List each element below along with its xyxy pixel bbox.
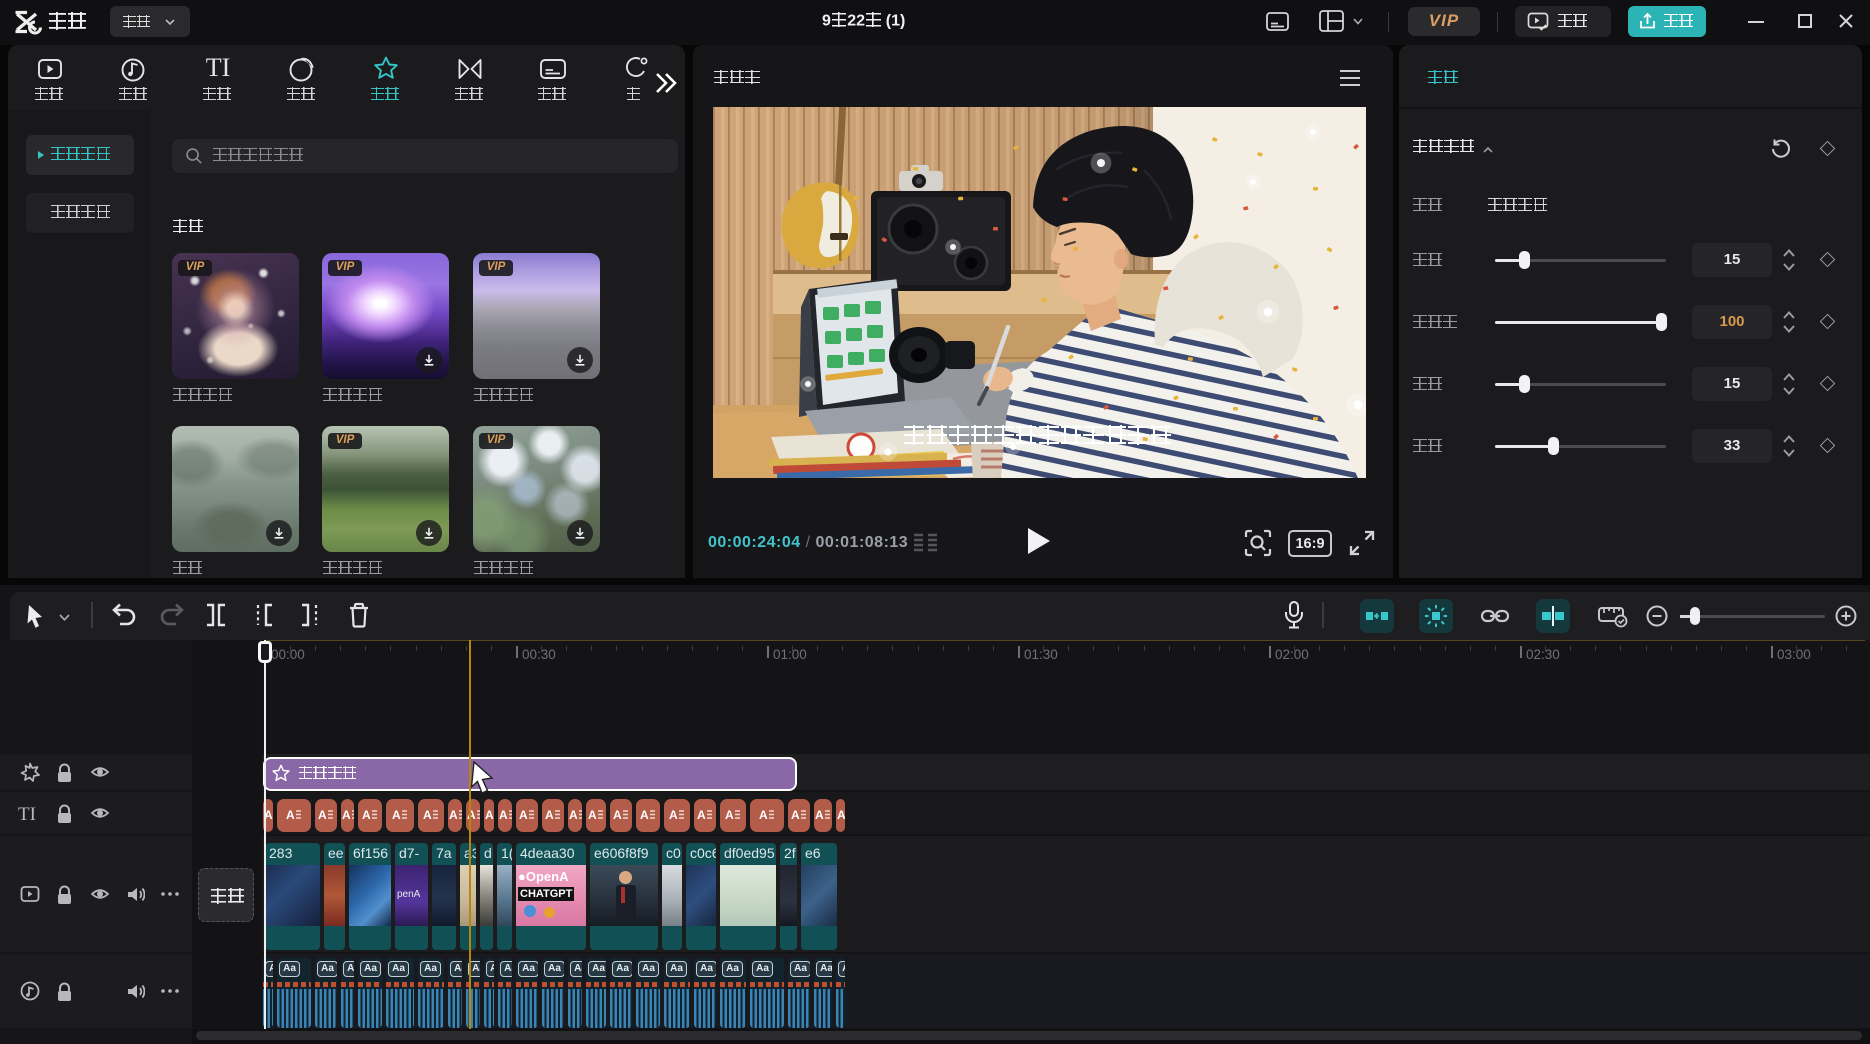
svg-text:A: A	[588, 808, 597, 822]
svg-text:A: A	[342, 808, 351, 822]
svg-text:A: A	[519, 808, 528, 822]
svg-text:A: A	[286, 808, 295, 822]
svg-text:A: A	[449, 808, 458, 822]
svg-text:A: A	[640, 808, 649, 822]
svg-text:A: A	[669, 808, 678, 822]
svg-text:A: A	[318, 808, 327, 822]
svg-text:A: A	[759, 808, 768, 822]
svg-text:A: A	[697, 808, 706, 822]
svg-text:A: A	[837, 808, 845, 822]
svg-text:A: A	[569, 808, 578, 822]
svg-text:A: A	[815, 808, 824, 822]
svg-text:A: A	[362, 808, 371, 822]
svg-text:A: A	[499, 808, 508, 822]
svg-text:A: A	[485, 808, 494, 822]
svg-text:A: A	[791, 808, 800, 822]
svg-text:A: A	[613, 808, 622, 822]
svg-text:A: A	[423, 808, 432, 822]
svg-text:A: A	[392, 808, 401, 822]
svg-text:A: A	[725, 808, 734, 822]
svg-text:A: A	[545, 808, 554, 822]
